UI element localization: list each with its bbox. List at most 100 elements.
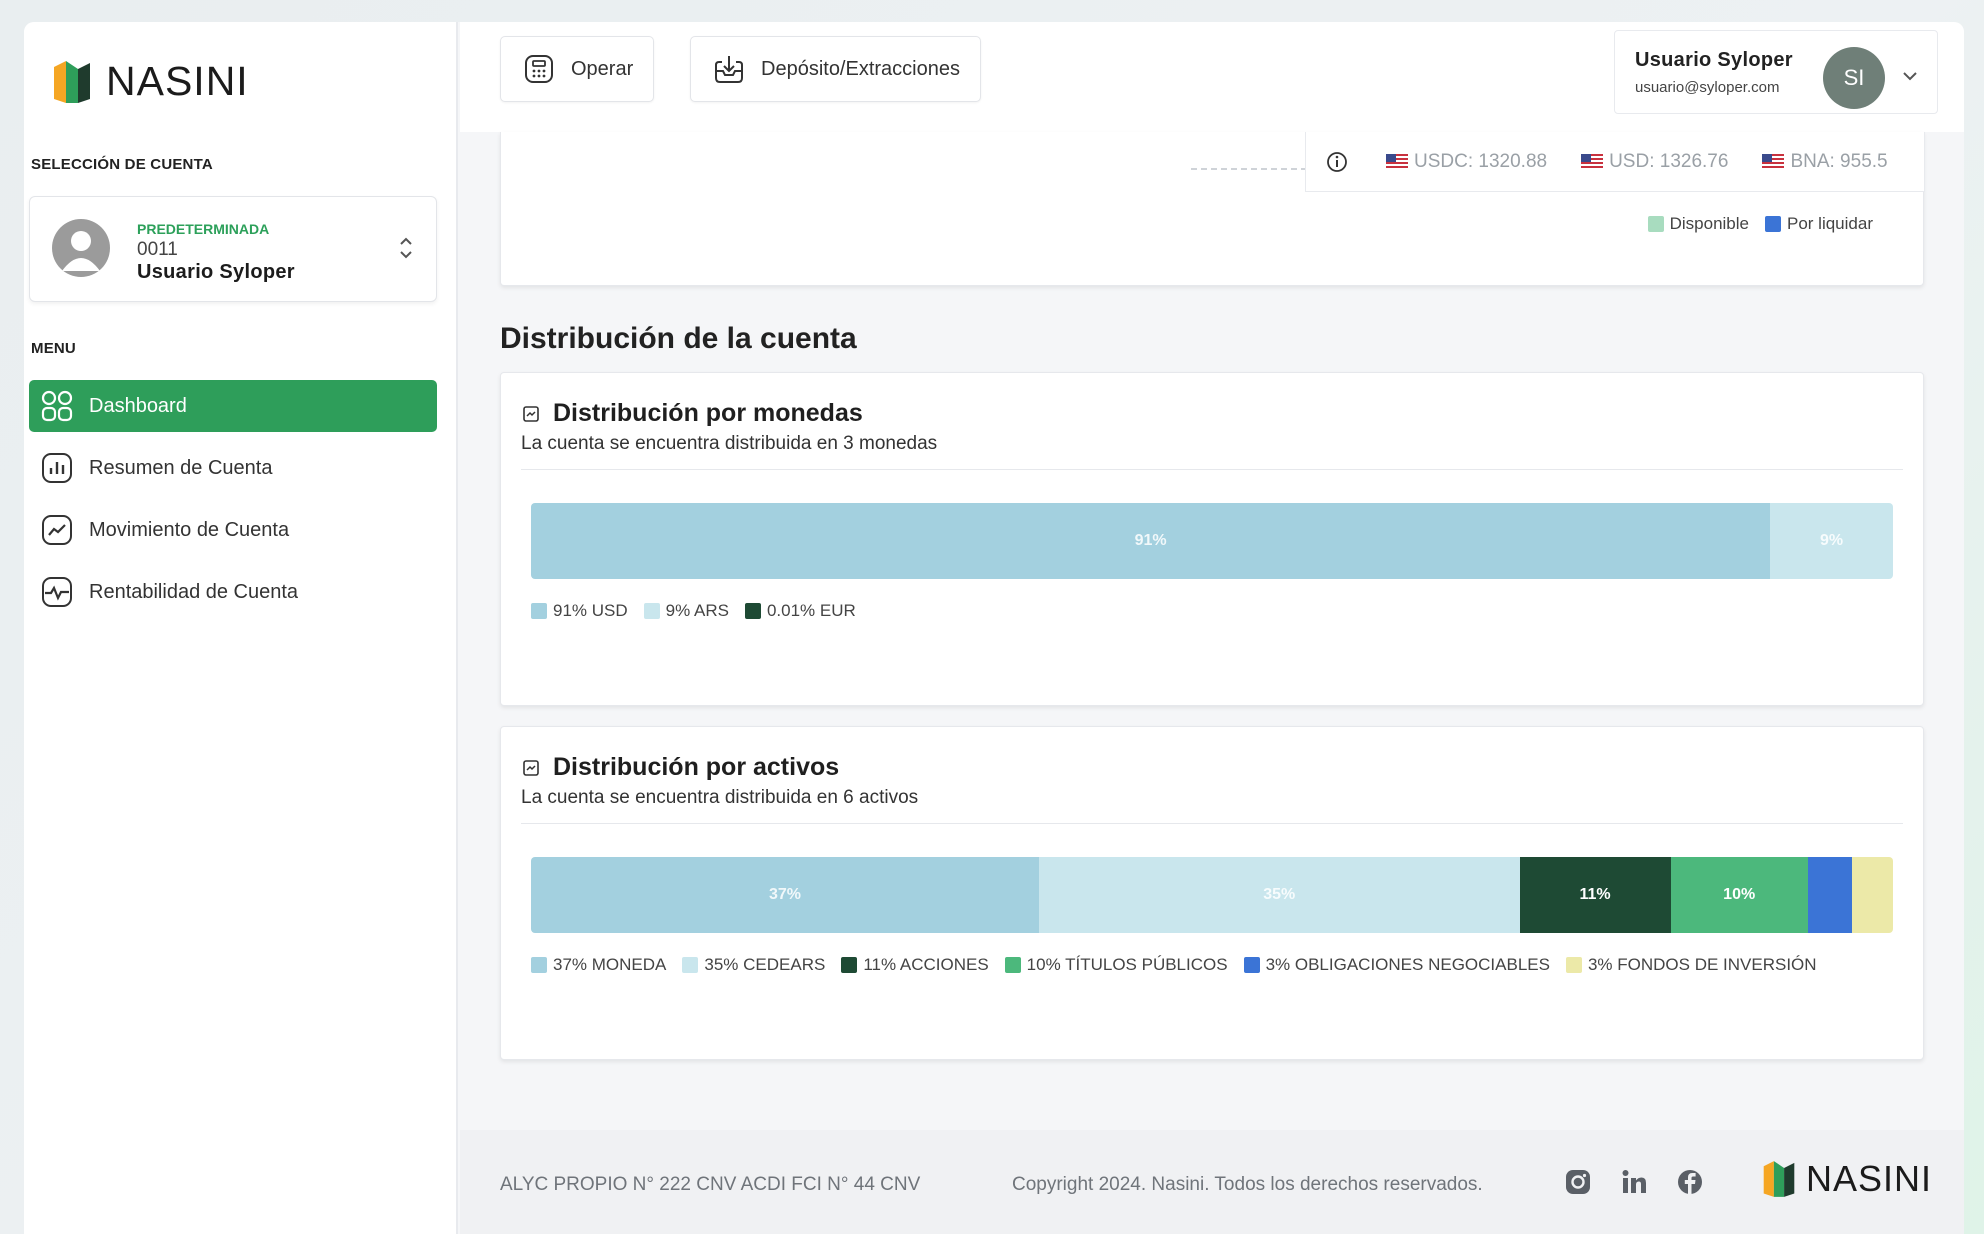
sidebar-item-dashboard[interactable]: Dashboard: [29, 380, 437, 432]
user-email: usuario@syloper.com: [1635, 79, 1780, 96]
nasini-logo-icon: [54, 60, 90, 103]
legend-swatch: [744, 603, 761, 619]
legend-swatch: [1004, 957, 1021, 973]
linkedin-icon[interactable]: [1618, 1166, 1650, 1198]
topbar: Operar Depósito/Extracciones Usuario Syl…: [460, 22, 1964, 132]
user-name: Usuario Syloper: [1635, 49, 1793, 71]
bar-segment-fondos-de-inversi-n[interactable]: [1851, 857, 1893, 933]
instagram-icon[interactable]: [1562, 1166, 1594, 1198]
footer-regulatory: ALYC PROPIO N° 222 CNV ACDI FCI N° 44 CN…: [500, 1174, 921, 1195]
legend-swatch: [531, 957, 547, 973]
info-icon[interactable]: [1326, 151, 1348, 173]
chevron-down-icon[interactable]: [1901, 69, 1919, 83]
currency-legend: 91% USD 9% ARS 0.01% EUR: [531, 601, 856, 621]
user-menu[interactable]: Usuario Syloper usuario@syloper.com SI: [1614, 30, 1938, 114]
rate-bna: BNA: 955.5: [1762, 150, 1888, 173]
legend-item: Disponible: [1647, 214, 1749, 234]
card-title: Distribución por monedas: [523, 399, 863, 428]
rate-label: USDC: 1320.88: [1414, 150, 1548, 172]
balance-legend: Disponible Por liquidar: [1647, 214, 1873, 234]
nasini-logo[interactable]: NASINI: [52, 58, 249, 105]
legend-item: 35% CEDEARS: [682, 955, 825, 975]
account-section-label: SELECCIÓN DE CUENTA: [31, 156, 213, 173]
legend-label: 35% CEDEARS: [704, 955, 826, 974]
currency-distribution-card: Distribución por monedas La cuenta se en…: [500, 372, 1924, 706]
legend-label: 9% ARS: [665, 601, 729, 620]
operar-button[interactable]: Operar: [500, 36, 655, 102]
trend-icon: [42, 515, 72, 545]
menu-label: MENU: [31, 340, 76, 357]
calculator-icon: [525, 55, 553, 83]
legend-item: 91% USD: [531, 601, 628, 621]
currency-stacked-bar: 91% 9%: [531, 503, 1893, 579]
legend-label: 3% OBLIGACIONES NEGOCIABLES: [1265, 955, 1550, 974]
footer-logo[interactable]: NASINI: [1762, 1158, 1932, 1200]
pulse-icon: [42, 577, 72, 607]
legend-swatch: [531, 603, 547, 619]
sidebar-item-label: Rentabilidad de Cuenta: [89, 580, 299, 603]
legend-item: 37% MONEDA: [531, 955, 666, 975]
exchange-rates: USDC: 1320.88 USD: 1326.76 BNA: 955.5: [1305, 132, 1925, 192]
card-title-text: Distribución por activos: [553, 753, 840, 781]
section-title: Distribución de la cuenta: [500, 322, 857, 355]
footer: ALYC PROPIO N° 222 CNV ACDI FCI N° 44 CN…: [460, 1130, 1964, 1234]
legend-item: 3% OBLIGACIONES NEGOCIABLES: [1243, 955, 1550, 975]
sidebar-item-rentabilidad[interactable]: Rentabilidad de Cuenta: [29, 566, 437, 618]
sidebar-item-resumen[interactable]: Resumen de Cuenta: [29, 442, 437, 494]
card-subtitle: La cuenta se encuentra distribuida en 3 …: [521, 433, 938, 454]
account-default-tag: PREDETERMINADA: [137, 221, 270, 237]
download-box-icon: [715, 56, 743, 83]
asset-legend: 37% MONEDA 35% CEDEARS 11% ACCIONES 10% TÍT…: [531, 955, 1817, 975]
legend-item: 10% TÍTULOS PÚBLICOS: [1004, 955, 1228, 975]
legend-label: 0.01% EUR: [766, 601, 856, 620]
legend-item: 3% FONDOS DE INVERSIÓN: [1565, 955, 1817, 975]
chart-box-icon: [523, 405, 539, 422]
legend-swatch: [1647, 216, 1664, 232]
rate-label: BNA: 955.5: [1790, 150, 1888, 172]
chart-box-icon: [523, 759, 539, 776]
divider: [521, 823, 1903, 824]
legend-item: Por liquidar: [1765, 214, 1873, 234]
legend-item: 11% ACCIONES: [841, 955, 989, 975]
asset-stacked-bar: 37% 35% 11% 10%: [531, 857, 1893, 933]
account-avatar-icon: [52, 219, 110, 277]
bar-segment-obligaciones-negociables[interactable]: [1807, 857, 1852, 933]
nasini-logo-icon: [1763, 1161, 1795, 1197]
chevron-up-down-icon[interactable]: [396, 233, 416, 263]
legend-swatch: [841, 957, 858, 973]
logo-text: NASINI: [106, 58, 249, 104]
legend-label: 37% MONEDA: [553, 955, 667, 974]
bar-segment-t-tulos-p-blicos[interactable]: 10%: [1670, 857, 1808, 933]
sidebar-item-label: Movimiento de Cuenta: [89, 518, 290, 541]
social-links: [1562, 1166, 1706, 1198]
chart-dashed-line: [1191, 168, 1307, 170]
legend-swatch: [682, 957, 699, 973]
sidebar-item-movimiento[interactable]: Movimiento de Cuenta: [29, 504, 437, 556]
legend-label: 91% USD: [553, 601, 628, 620]
legend-label: 10% TÍTULOS PÚBLICOS: [1026, 955, 1228, 974]
card-subtitle: La cuenta se encuentra distribuida en 6 …: [521, 787, 919, 808]
bar-segment-moneda[interactable]: 37%: [531, 857, 1039, 933]
bar-segment-acciones[interactable]: 11%: [1519, 857, 1671, 933]
sidebar: NASINI SELECCIÓN DE CUENTA PREDETERMINAD…: [24, 22, 458, 1234]
sidebar-item-label: Dashboard: [89, 394, 187, 417]
legend-item: 9% ARS: [643, 601, 729, 621]
bar-segment-ars[interactable]: 9%: [1770, 503, 1893, 579]
rate-usd: USD: 1326.76: [1581, 151, 1728, 173]
legend-item: 0.01% EUR: [744, 601, 856, 621]
account-selector[interactable]: PREDETERMINADA 0011 Usuario Syloper: [29, 196, 437, 302]
facebook-icon[interactable]: [1674, 1166, 1706, 1198]
avatar[interactable]: SI: [1823, 47, 1885, 109]
operar-label: Operar: [571, 57, 634, 80]
account-number: 0011: [137, 239, 178, 260]
card-title: Distribución por activos: [523, 753, 839, 782]
legend-label: 3% FONDOS DE INVERSIÓN: [1587, 955, 1817, 974]
rate-usdc: USDC: 1320.88: [1386, 151, 1547, 173]
logo-text: NASINI: [1806, 1158, 1933, 1199]
deposito-extracciones-button[interactable]: Depósito/Extracciones: [690, 36, 981, 102]
legend-swatch: [643, 603, 660, 619]
bar-segment-usd[interactable]: 91%: [531, 503, 1771, 579]
bar-segment-cedears[interactable]: 35%: [1039, 857, 1520, 933]
app-window: NASINI SELECCIÓN DE CUENTA PREDETERMINAD…: [24, 22, 1964, 1234]
legend-label: Disponible: [1669, 214, 1749, 233]
